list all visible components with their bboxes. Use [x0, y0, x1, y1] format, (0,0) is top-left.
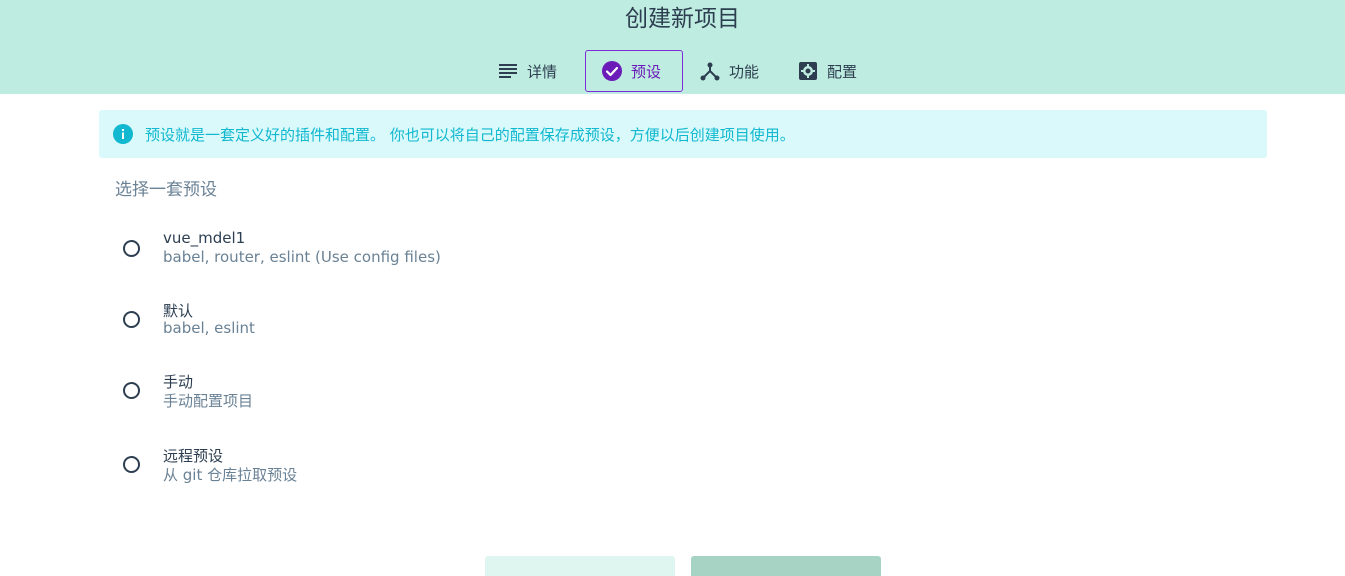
tab-label: 详情 [527, 62, 558, 81]
info-banner: 预设就是一套定义好的插件和配置。 你也可以将自己的配置保存成预设，方便以后创建项… [99, 110, 1267, 158]
preset-section-label: 选择一套预设 [115, 180, 217, 200]
preset-option-manual[interactable]: 手动 手动配置项目 [115, 373, 515, 417]
tab-details[interactable]: 详情 [497, 50, 577, 92]
preset-option-remote[interactable]: 远程预设 从 git 仓库拉取预设 [115, 447, 515, 491]
radio-button[interactable] [123, 382, 140, 399]
call-split-icon [699, 60, 721, 82]
preset-name: 远程预设 [163, 447, 224, 465]
preset-description: 手动配置项目 [163, 392, 254, 410]
tab-label: 配置 [827, 62, 858, 81]
info-text: 预设就是一套定义好的插件和配置。 你也可以将自己的配置保存成预设，方便以后创建项… [145, 125, 795, 144]
header: 创建新项目 详情 预设 功能 配置 [0, 0, 1345, 94]
tab-config[interactable]: 配置 [797, 50, 877, 92]
preset-name: 默认 [163, 302, 194, 320]
preset-name: vue_mdel1 [163, 229, 246, 247]
tab-bar: 详情 预设 功能 配置 [0, 50, 1345, 94]
check-circle-icon [601, 60, 623, 82]
preset-description: 从 git 仓库拉取预设 [163, 466, 298, 484]
preset-description: babel, eslint [163, 319, 255, 337]
radio-button[interactable] [123, 240, 140, 257]
next-button[interactable] [691, 556, 881, 576]
tab-presets[interactable]: 预设 [585, 50, 683, 92]
radio-button[interactable] [123, 311, 140, 328]
radio-button[interactable] [123, 456, 140, 473]
preset-name: 手动 [163, 373, 194, 391]
tab-features[interactable]: 功能 [699, 50, 779, 92]
preset-option-default[interactable]: 默认 babel, eslint [115, 302, 515, 346]
tab-label: 功能 [729, 62, 760, 81]
tab-label: 预设 [631, 62, 662, 81]
previous-button[interactable] [485, 556, 675, 576]
settings-icon [797, 60, 819, 82]
preset-option-vue-mdel1[interactable]: vue_mdel1 babel, router, eslint (Use con… [115, 229, 515, 275]
info-icon [113, 124, 133, 144]
preset-description: babel, router, eslint (Use config files) [163, 248, 441, 266]
page-title: 创建新项目 [625, 6, 740, 32]
subject-icon [497, 60, 519, 82]
